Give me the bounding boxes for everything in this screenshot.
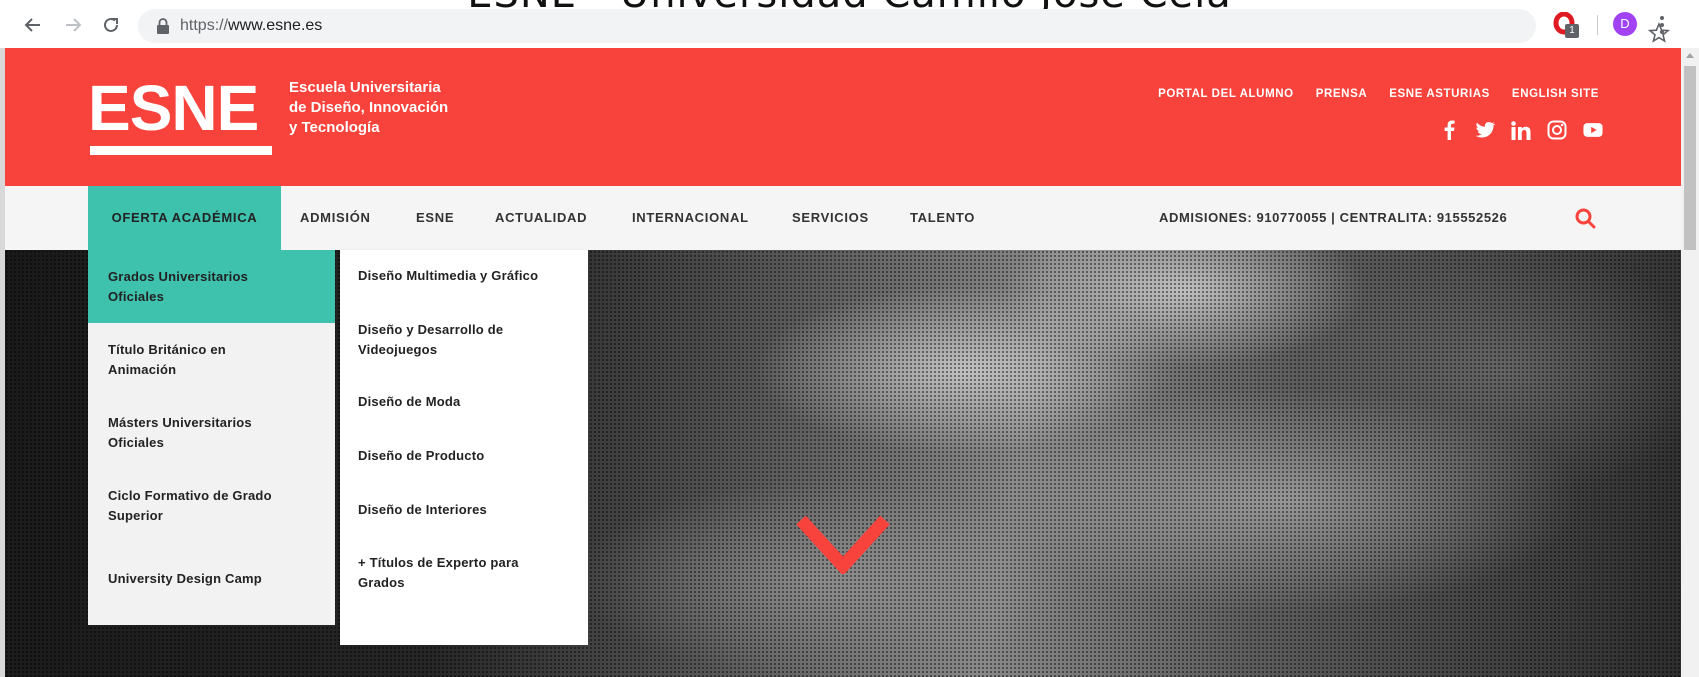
menu-subitem[interactable]: Diseño de Interiores <box>340 500 588 520</box>
menu-category-label: Animación <box>108 361 177 377</box>
url-host: www.esne.es <box>228 17 323 34</box>
nav-item-oferta-academica[interactable]: OFERTA ACADÉMICA <box>88 186 281 250</box>
menu-category-item[interactable]: Grados Universitarios Oficiales <box>88 250 335 323</box>
menu-subitem-label: Grados <box>358 575 405 590</box>
nav-item-talento[interactable]: TALENTO <box>910 186 975 250</box>
nav-item-internacional[interactable]: INTERNACIONAL <box>632 186 749 250</box>
menu-category-label: Ciclo Formativo de Grado <box>108 487 272 503</box>
search-icon[interactable] <box>1574 207 1596 229</box>
opera-extension-icon[interactable]: 1 <box>1553 11 1579 38</box>
extension-badge: 1 <box>1565 24 1579 38</box>
linkedin-icon[interactable] <box>1511 120 1531 140</box>
youtube-icon[interactable] <box>1583 120 1603 140</box>
menu-subitem-label: Diseño de Moda <box>358 394 461 409</box>
page-scrollbar[interactable] <box>1681 48 1699 677</box>
menu-category-item[interactable]: Másters Universitarios Oficiales <box>88 396 335 469</box>
profile-avatar[interactable]: D <box>1613 12 1637 36</box>
menu-category-label: Superior <box>108 507 164 523</box>
menu-subitem-label: + Títulos de Experto para <box>358 555 519 570</box>
esne-logo[interactable]: ESNE <box>88 72 276 158</box>
menu-subitem[interactable]: Diseño Multimedia y Gráfico <box>340 266 588 286</box>
reload-icon <box>104 17 118 32</box>
scrollbar-thumb[interactable] <box>1684 66 1696 250</box>
tagline-line: de Diseño, Innovación <box>289 99 449 116</box>
menu-category-label: Oficiales <box>108 434 164 450</box>
menu-subitem[interactable]: Diseño de Moda <box>340 392 588 412</box>
browser-chrome: ESNE - Universidad Camilo José Cela http… <box>0 0 1699 48</box>
menu-category-label: Grados Universitarios <box>108 268 249 284</box>
menu-subitem[interactable]: Diseño de Producto <box>340 446 588 466</box>
main-nav: OFERTA ACADÉMICA ADMISIÓN ESNE ACTUALIDA… <box>5 186 1681 250</box>
nav-item-admision[interactable]: ADMISIÓN <box>300 186 371 250</box>
menu-subitem[interactable]: Diseño y Desarrollo de Videojuegos <box>340 320 588 360</box>
instagram-icon[interactable] <box>1547 120 1567 140</box>
scroll-up-arrow-icon[interactable] <box>1686 53 1694 58</box>
top-links: PORTAL DEL ALUMNO PRENSA ESNE ASTURIAS E… <box>1158 88 1599 100</box>
menu-category-label: Oficiales <box>108 288 164 304</box>
chevron-down-icon[interactable] <box>795 512 891 574</box>
url-scheme: https:// <box>180 17 229 34</box>
menu-subitem-label: Diseño y Desarrollo de <box>358 322 504 337</box>
arrow-left-icon <box>24 18 40 32</box>
back-button[interactable] <box>20 12 46 38</box>
twitter-icon[interactable] <box>1475 120 1495 140</box>
reload-button[interactable] <box>98 12 124 38</box>
prensa-link[interactable]: PRENSA <box>1316 88 1368 100</box>
social-icons <box>1439 120 1603 140</box>
menu-category-label: University Design Camp <box>108 570 262 586</box>
logo-wordmark: ESNE <box>88 72 259 144</box>
menu-subitem-label: Diseño de Producto <box>358 448 485 463</box>
tagline-line: Escuela Universitaria <box>289 79 441 96</box>
portal-alumno-link[interactable]: PORTAL DEL ALUMNO <box>1158 88 1294 100</box>
menu-subitem[interactable]: + Títulos de Experto para Grados <box>340 553 588 593</box>
address-bar[interactable]: https://www.esne.es <box>138 9 1670 43</box>
menu-subitem-label: Diseño Multimedia y Gráfico <box>358 268 539 283</box>
kebab-menu-icon[interactable] <box>1658 14 1666 36</box>
menu-category-item[interactable]: University Design Camp <box>88 542 335 615</box>
mega-menu-subitems: Diseño Multimedia y Gráfico Diseño y Desa… <box>340 250 588 645</box>
logo-tagline: Escuela Universitaria de Diseño, Innovac… <box>289 78 509 138</box>
facebook-icon[interactable] <box>1439 120 1459 140</box>
menu-category-label: Másters Universitarios <box>108 414 252 430</box>
esne-asturias-link[interactable]: ESNE ASTURIAS <box>1389 88 1490 100</box>
tagline-line: y Tecnología <box>289 119 380 136</box>
nav-item-esne[interactable]: ESNE <box>416 186 454 250</box>
logo-underline <box>90 146 272 155</box>
nav-item-actualidad[interactable]: ACTUALIDAD <box>495 186 587 250</box>
site-header: ESNE Escuela Universitaria de Diseño, In… <box>5 48 1681 186</box>
menu-category-item[interactable]: Título Británico en Animación <box>88 323 335 396</box>
toolbar-separator <box>1597 15 1598 35</box>
menu-category-label: Título Británico en <box>108 341 226 357</box>
menu-subitem-label: Videojuegos <box>358 342 438 357</box>
mega-menu-categories: Grados Universitarios Oficiales Título Bri… <box>88 250 335 625</box>
menu-category-item[interactable]: Ciclo Formativo de Grado Superior <box>88 469 335 542</box>
contact-phones: ADMISIONES: 910770055 | CENTRALITA: 9155… <box>1159 210 1508 225</box>
url-text[interactable]: https://www.esne.es <box>180 17 322 35</box>
arrow-right-icon <box>66 18 82 32</box>
page-viewport: ESNE Escuela Universitaria de Diseño, In… <box>0 48 1699 677</box>
forward-button[interactable] <box>60 12 86 38</box>
nav-item-servicios[interactable]: SERVICIOS <box>792 186 869 250</box>
menu-subitem-label: Diseño de Interiores <box>358 502 487 517</box>
english-site-link[interactable]: ENGLISH SITE <box>1512 88 1599 100</box>
lock-icon <box>157 18 169 34</box>
